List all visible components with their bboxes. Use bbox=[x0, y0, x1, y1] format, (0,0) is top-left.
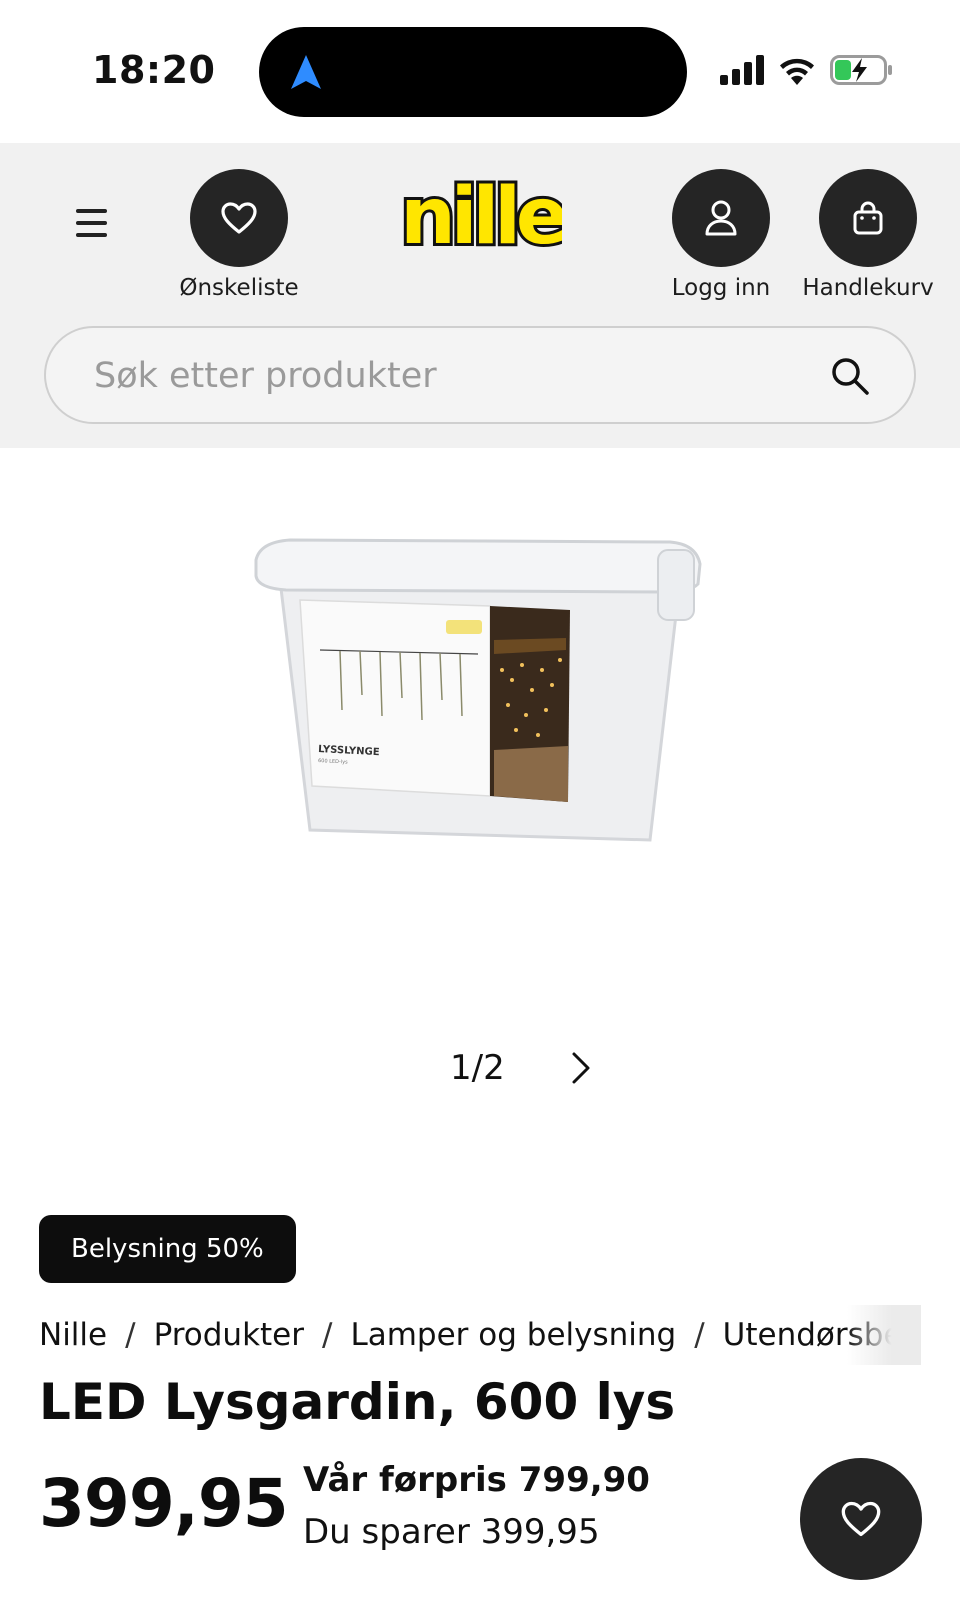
breadcrumb: Nille / Produkter / Lamper og belysning … bbox=[39, 1305, 921, 1365]
wishlist-button[interactable] bbox=[190, 169, 288, 267]
savings-text: Du sparer 399,95 bbox=[303, 1512, 600, 1552]
dynamic-island bbox=[259, 27, 687, 117]
product-image[interactable]: LYSSLYNGE 600 LED-lys bbox=[250, 520, 710, 860]
heart-icon bbox=[221, 202, 257, 234]
login-label[interactable]: Logg inn bbox=[650, 275, 792, 301]
wishlist-label[interactable]: Ønskeliste bbox=[160, 275, 318, 301]
location-arrow-icon bbox=[291, 55, 321, 89]
chevron-right-icon[interactable] bbox=[562, 1048, 598, 1088]
cart-button[interactable] bbox=[819, 169, 917, 267]
image-pager: 1/2 bbox=[400, 1040, 600, 1096]
hamburger-menu-icon bbox=[76, 209, 107, 213]
breadcrumb-separator: / bbox=[694, 1317, 705, 1353]
svg-text:nille: nille bbox=[402, 173, 562, 262]
add-to-wishlist-button[interactable] bbox=[800, 1458, 922, 1580]
campaign-badge[interactable]: Belysning 50% bbox=[39, 1215, 296, 1283]
status-time: 18:20 bbox=[92, 48, 216, 92]
wifi-icon bbox=[780, 58, 814, 85]
breadcrumb-item-produkter[interactable]: Produkter bbox=[154, 1317, 304, 1353]
search-input[interactable] bbox=[94, 350, 794, 402]
breadcrumb-separator: / bbox=[125, 1317, 136, 1353]
breadcrumb-separator: / bbox=[322, 1317, 333, 1353]
product-title: LED Lysgardin, 600 lys bbox=[39, 1373, 676, 1431]
user-icon bbox=[705, 200, 737, 236]
site-header: Ønskeliste nille Logg inn Handlekurv bbox=[0, 143, 960, 448]
pager-count: 1/2 bbox=[450, 1048, 505, 1088]
previous-price: Vår førpris 799,90 bbox=[303, 1460, 650, 1500]
breadcrumb-item-nille[interactable]: Nille bbox=[39, 1317, 107, 1353]
search-icon[interactable] bbox=[830, 356, 870, 396]
status-bar: 18:20 bbox=[0, 0, 960, 143]
login-button[interactable] bbox=[672, 169, 770, 267]
search-bar[interactable] bbox=[44, 326, 916, 424]
product-price: 399,95 bbox=[39, 1465, 289, 1542]
shopping-bag-icon bbox=[853, 201, 883, 235]
status-icons bbox=[720, 54, 894, 86]
menu-button[interactable] bbox=[70, 201, 114, 245]
breadcrumb-fade bbox=[847, 1305, 921, 1365]
battery-charging-icon bbox=[830, 55, 892, 85]
cellular-signal-icon bbox=[720, 55, 764, 85]
breadcrumb-item-lamper[interactable]: Lamper og belysning bbox=[350, 1317, 676, 1353]
nille-logo[interactable]: nille bbox=[402, 173, 562, 265]
heart-icon bbox=[841, 1501, 881, 1537]
cart-label[interactable]: Handlekurv bbox=[800, 275, 936, 301]
